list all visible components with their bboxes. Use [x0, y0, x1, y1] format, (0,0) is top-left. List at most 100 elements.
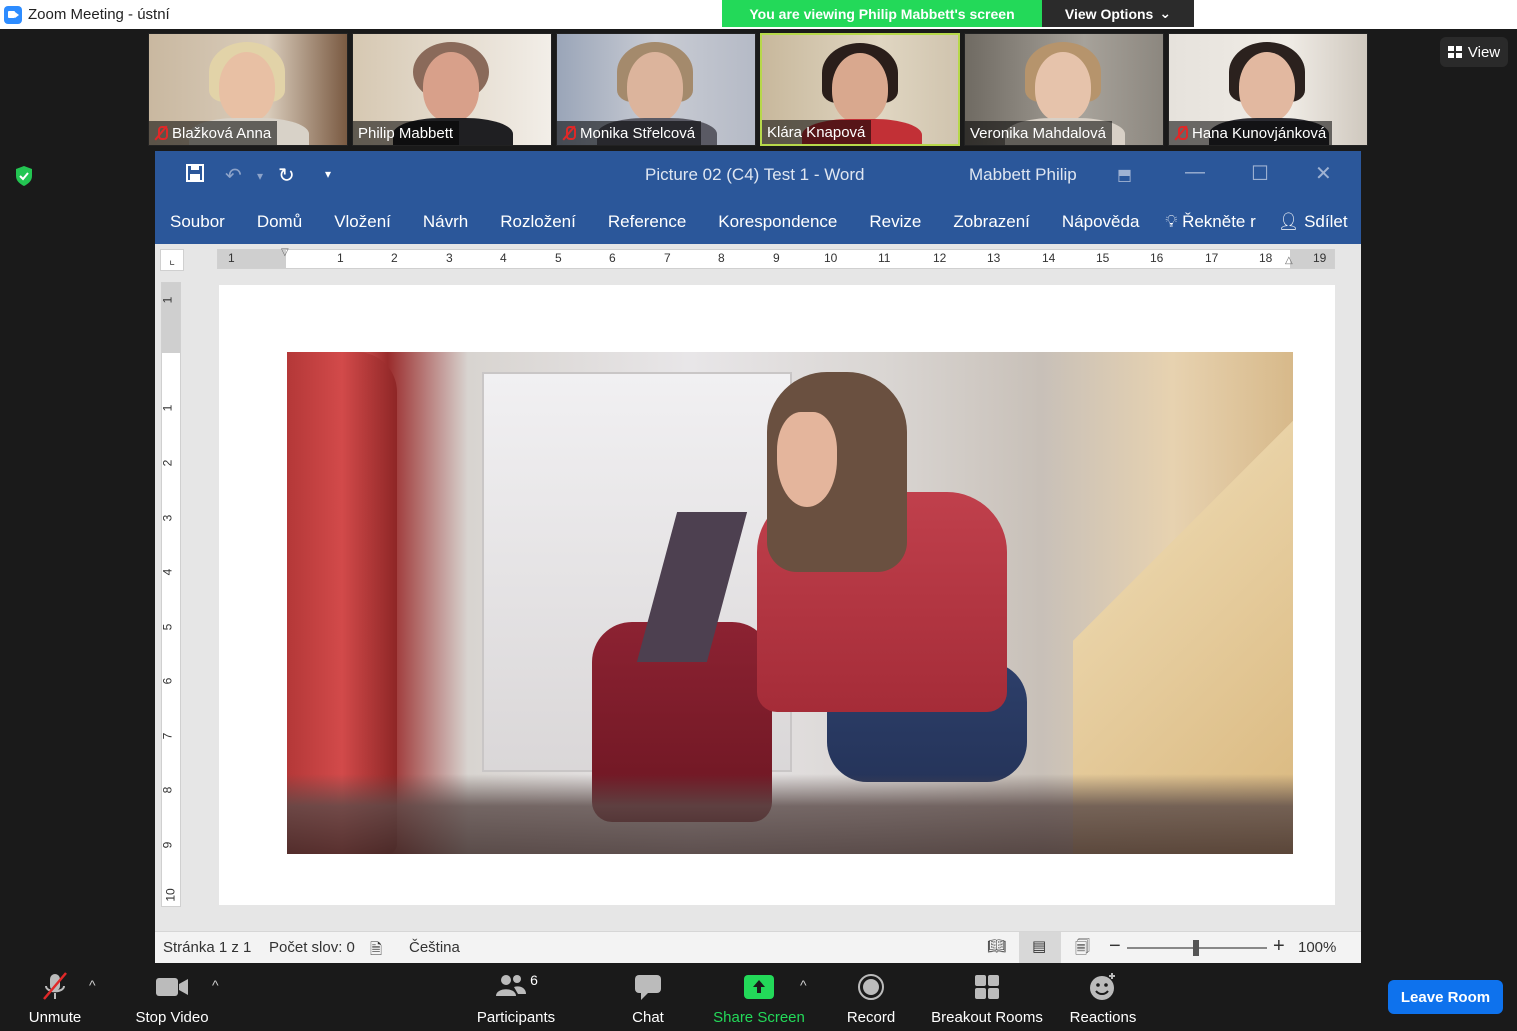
ruler-tick: 14 [1042, 251, 1056, 265]
word-ribbon-tabs: Soubor Domů Vložení Návrh Rozložení Refe… [155, 199, 1361, 244]
lightbulb-icon: 💡︎ [1165, 211, 1178, 231]
page-count[interactable]: Stránka 1 z 1 [163, 939, 251, 956]
horizontal-ruler[interactable]: 1 1 2 3 4 5 6 7 8 9 10 11 12 13 14 15 16… [217, 247, 1335, 269]
ruler-tick: 5 [160, 623, 175, 631]
participant-nameplate: Hana Kunovjánková [1169, 121, 1333, 145]
meeting-toolbar: Unmute ^ Stop Video ^ 6 Participants Cha… [0, 963, 1517, 1031]
redo-icon[interactable]: ↻ [278, 163, 295, 188]
proofing-icon[interactable]: 🗎︎ [370, 939, 382, 964]
ruler-tick: 9 [160, 841, 175, 849]
audio-options-caret-icon[interactable]: ^ [89, 977, 96, 993]
ruler-tick: 15 [1096, 251, 1110, 265]
ruler-tick: 9 [773, 251, 780, 265]
viewing-screen-banner: You are viewing Philip Mabbett's screen [722, 0, 1042, 27]
view-options-button[interactable]: View Options ⌄ [1042, 0, 1194, 27]
tab-korespondence[interactable]: Korespondence [702, 212, 853, 232]
customize-toolbar-icon[interactable]: ▾ [325, 167, 331, 181]
tab-zobrazeni[interactable]: Zobrazení [937, 212, 1046, 232]
maximize-icon[interactable]: ☐ [1251, 161, 1269, 186]
share-options-caret-icon[interactable]: ^ [800, 977, 807, 993]
zoom-level[interactable]: 100% [1298, 939, 1336, 956]
view-layout-button[interactable]: View [1440, 37, 1508, 67]
read-mode-button[interactable]: 📖︎ [975, 932, 1017, 963]
ruler-tick: 1 [228, 251, 235, 265]
participant-nameplate: Blažková Anna [149, 121, 278, 145]
ruler-tick: 1 [160, 404, 175, 412]
participant-tile[interactable]: Veronika Mahdalová [964, 33, 1164, 146]
chat-bubble-icon [593, 971, 703, 1003]
tab-soubor[interactable]: Soubor [155, 212, 241, 232]
chevron-down-icon: ⌄ [1159, 5, 1172, 21]
participant-nameplate: Monika Střelcová [557, 121, 702, 145]
share-button[interactable]: 👤︎ Sdílet [1272, 212, 1364, 232]
indent-marker[interactable]: ▽ [281, 247, 289, 258]
ruler-tick: 10 [163, 888, 178, 902]
participants-button[interactable]: 6 Participants [461, 971, 571, 1026]
unmute-label: Unmute [28, 1009, 82, 1026]
document-picture[interactable] [287, 352, 1293, 854]
view-layout-label: View [1467, 43, 1501, 61]
share-screen-button[interactable]: Share Screen [704, 971, 814, 1026]
participant-tile[interactable]: Philip Mabbett [352, 33, 552, 146]
tab-rozlozeni[interactable]: Rozložení [484, 212, 592, 232]
leave-room-button[interactable]: Leave Room [1388, 980, 1503, 1014]
window-title: Zoom Meeting - ústní [28, 6, 170, 23]
ruler-tick: 2 [391, 251, 398, 265]
tab-selector[interactable]: ⌞ [160, 249, 184, 271]
ruler-tick: 19 [1313, 251, 1327, 265]
language[interactable]: Čeština [409, 939, 460, 956]
document-page[interactable] [219, 285, 1335, 905]
participant-tile[interactable]: Hana Kunovjánková [1168, 33, 1368, 146]
book-icon: 📖︎ [987, 938, 1007, 955]
ruler-tick: 10 [824, 251, 838, 265]
video-options-caret-icon[interactable]: ^ [212, 977, 219, 993]
share-screen-icon [704, 971, 814, 1003]
ruler-tick: 1 [337, 251, 344, 265]
save-icon[interactable] [185, 163, 205, 189]
record-button[interactable]: Record [816, 971, 926, 1026]
ruler-tick: 4 [500, 251, 507, 265]
undo-dropdown-icon[interactable]: ▾ [257, 169, 263, 183]
participant-nameplate: Philip Mabbett [353, 121, 460, 145]
tab-navrh[interactable]: Návrh [407, 212, 484, 232]
close-icon[interactable]: ✕ [1315, 161, 1332, 186]
breakout-rooms-button[interactable]: Breakout Rooms [921, 971, 1053, 1026]
word-user-name[interactable]: Mabbett Philip [969, 165, 1077, 185]
participant-tile[interactable]: Monika Střelcová [556, 33, 756, 146]
word-count[interactable]: Počet slov: 0 [269, 939, 355, 956]
web-layout-button[interactable]: 🗐︎ [1063, 932, 1105, 963]
ruler-tick: 8 [160, 786, 175, 794]
right-indent-marker[interactable]: △ [1285, 255, 1293, 266]
reactions-button[interactable]: Reactions [1048, 971, 1158, 1026]
reactions-label: Reactions [1069, 1009, 1137, 1026]
zoom-out-icon[interactable]: − [1109, 935, 1121, 958]
web-page-icon: 🗐︎ [1075, 939, 1090, 956]
mic-muted-icon [154, 125, 168, 141]
participant-name: Klára Knapová [767, 123, 866, 141]
shared-screen-word-window[interactable]: ↶ ▾ ↻ ▾ Picture 02 (C4) Test 1 - Word Ma… [155, 151, 1361, 963]
tab-domu[interactable]: Domů [241, 212, 318, 232]
people-icon [494, 973, 528, 1001]
tell-me-search[interactable]: 💡︎ Řekněte r [1155, 212, 1271, 232]
minimize-icon[interactable]: — [1185, 161, 1205, 184]
ruler-tick: 4 [160, 568, 175, 576]
vertical-ruler[interactable]: 1 1 2 3 4 5 6 7 8 9 10 [160, 282, 181, 907]
word-titlebar: ↶ ▾ ↻ ▾ Picture 02 (C4) Test 1 - Word Ma… [155, 151, 1361, 199]
tab-revize[interactable]: Revize [853, 212, 937, 232]
participant-tile[interactable]: Blažková Anna [148, 33, 348, 146]
print-layout-button[interactable]: ▤ [1019, 932, 1061, 963]
tab-napoveda[interactable]: Nápověda [1046, 212, 1156, 232]
zoom-slider-thumb[interactable] [1193, 940, 1199, 956]
stop-video-button[interactable]: Stop Video [117, 971, 227, 1026]
tab-reference[interactable]: Reference [592, 212, 702, 232]
ribbon-display-icon[interactable]: ⬒ [1117, 165, 1132, 185]
chat-label: Chat [632, 1009, 664, 1026]
participant-tile-active-speaker[interactable]: Klára Knapová [760, 33, 960, 146]
tab-vlozeni[interactable]: Vložení [318, 212, 407, 232]
video-camera-icon [117, 971, 227, 1003]
chat-button[interactable]: Chat [593, 971, 703, 1026]
undo-icon[interactable]: ↶ [225, 163, 242, 188]
zoom-in-icon[interactable]: + [1273, 935, 1285, 958]
participant-name: Veronika Mahdalová [970, 124, 1106, 142]
security-shield-icon[interactable] [14, 165, 34, 187]
